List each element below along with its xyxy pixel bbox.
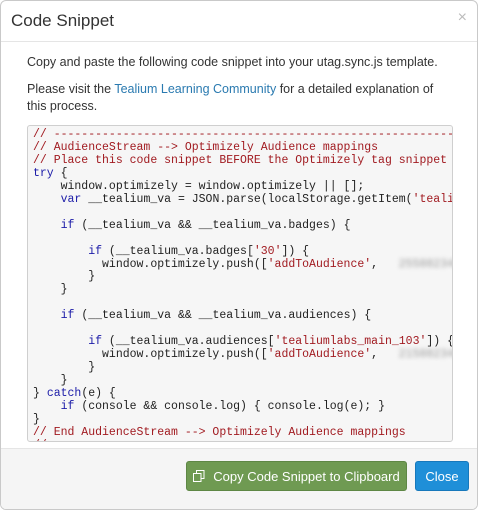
code-token: // AudienceStream --> Optimizely Audienc… <box>33 140 379 154</box>
code-token: if <box>60 218 75 232</box>
code-token: 'addToAudience' <box>267 348 372 362</box>
code-token: // -------------------------------------… <box>33 128 452 141</box>
code-token: } <box>33 387 47 401</box>
code-token: ]) { <box>281 244 310 258</box>
code-line: window.optimizely = window.optimizely ||… <box>33 179 365 193</box>
code-token: try <box>33 166 54 180</box>
code-line: } catch(e) { <box>33 387 116 400</box>
visit-text: Please visit the Tealium Learning Commun… <box>27 81 451 115</box>
code-token: __tealium_va = JSON.parse(localStorage.g… <box>81 192 413 206</box>
code-line: // AudienceStream --> Optimizely Audienc… <box>33 141 378 154</box>
code-token: (__tealium_va && __tealium_va.audiences)… <box>74 309 372 323</box>
code-line: // End AudienceStream --> Optimizely Aud… <box>33 426 406 439</box>
code-line: try { <box>33 167 68 180</box>
code-token: var <box>60 192 82 206</box>
code-line: } <box>33 374 68 387</box>
copy-icon <box>193 470 205 482</box>
code-line: } <box>33 413 40 426</box>
code-token: (__tealium_va && __tealium_va.badges) { <box>74 218 351 232</box>
learning-community-link[interactable]: Tealium Learning Community <box>114 82 276 96</box>
code-token: window.optimizely.push([ <box>33 348 268 362</box>
dialog-title: Code Snippet <box>11 11 115 30</box>
dialog-header: Code Snippet × <box>1 1 477 42</box>
code-token: // End AudienceStream --> Optimizely Aud… <box>33 425 406 439</box>
code-token: } <box>33 374 68 388</box>
code-token: (e) { <box>81 387 116 401</box>
code-token: 2158823482 <box>398 348 452 362</box>
code-snippet[interactable]: // -------------------------------------… <box>28 126 453 441</box>
code-token: 'tealiumlabs_main_103' <box>274 335 427 349</box>
code-token: '30' <box>253 244 282 258</box>
code-snippet-box[interactable]: // -------------------------------------… <box>27 125 453 442</box>
code-token: if <box>88 244 103 258</box>
copy-button-label: Copy Code Snippet to Clipboard <box>213 468 400 484</box>
code-token: 2558823482 <box>398 257 452 271</box>
code-line: } <box>33 283 68 296</box>
code-line: // -------------------------------------… <box>33 439 452 441</box>
code-token: (console && console.log) { console.log(e… <box>74 400 385 414</box>
instruction-text: Copy and paste the following code snippe… <box>27 55 438 69</box>
code-token: // -------------------------------------… <box>33 439 452 441</box>
code-token: , <box>371 257 399 271</box>
code-token: // Place this code snippet BEFORE the Op… <box>33 153 448 167</box>
code-line: if (__tealium_va.badges['30']) { <box>33 245 309 258</box>
code-line: var __tealium_va = JSON.parse(localStora… <box>33 192 453 206</box>
code-line: // Place this code snippet BEFORE the Op… <box>33 154 447 167</box>
dialog-body: Copy and paste the following code snippe… <box>1 42 477 442</box>
code-line: // -------------------------------------… <box>33 128 452 141</box>
code-token: } <box>33 283 68 297</box>
code-line: window.optimizely.push(['addToAudience',… <box>33 348 452 362</box>
code-token: (__tealium_va.badges[ <box>102 244 254 258</box>
code-token: ]) { <box>426 335 453 349</box>
code-token: (__tealium_va.audiences[ <box>102 335 275 349</box>
code-line: if (__tealium_va && __tealium_va.badges)… <box>33 218 351 232</box>
code-line: if (__tealium_va && __tealium_va.audienc… <box>33 309 372 323</box>
code-token: 'addToAudience' <box>267 257 372 271</box>
code-snippet-dialog: Code Snippet × Copy and paste the follow… <box>0 0 478 510</box>
code-token: } <box>33 361 96 375</box>
close-button[interactable]: Close <box>415 461 469 491</box>
code-line: if (console && console.log) { console.lo… <box>33 400 385 413</box>
code-token: if <box>88 335 103 349</box>
code-line: window.optimizely.push(['addToAudience',… <box>33 257 452 271</box>
close-icon[interactable]: × <box>458 10 467 26</box>
code-token: if <box>60 309 75 323</box>
code-token: } <box>33 412 40 426</box>
code-line: } <box>33 361 95 374</box>
code-token: window.optimizely.push([ <box>33 257 268 271</box>
code-token: } <box>33 270 96 284</box>
code-token: catch <box>46 387 82 401</box>
code-token: window.optimizely = window.optimizely ||… <box>33 179 365 193</box>
copy-to-clipboard-button[interactable]: Copy Code Snippet to Clipboard <box>186 461 407 491</box>
code-token: , <box>371 348 399 362</box>
dialog-footer: Copy Code Snippet to Clipboard Close <box>1 448 477 509</box>
visit-prefix: Please visit the <box>27 82 115 96</box>
code-token: 'tealium_va' <box>412 192 453 206</box>
code-token: { <box>53 166 68 180</box>
code-token: if <box>60 400 75 414</box>
code-line: if (__tealium_va.audiences['tealiumlabs_… <box>33 335 453 349</box>
code-line: } <box>33 270 96 284</box>
